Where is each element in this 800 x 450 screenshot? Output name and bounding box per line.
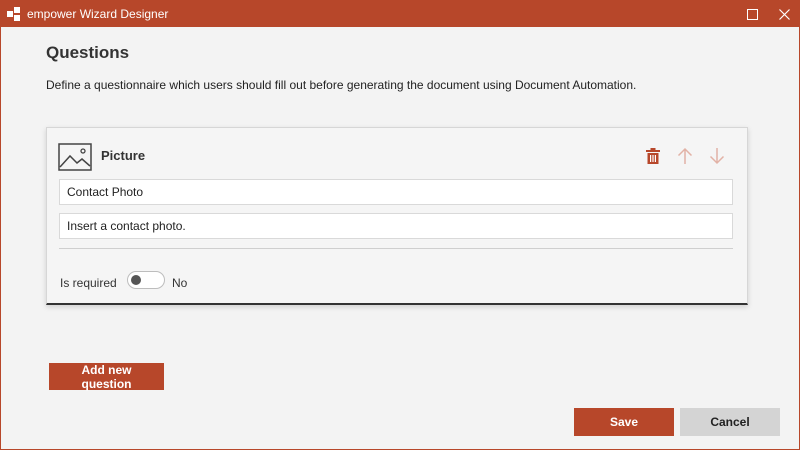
page-title: Questions bbox=[46, 43, 130, 62]
move-down-button[interactable] bbox=[707, 146, 727, 166]
cancel-button[interactable]: Cancel bbox=[680, 408, 780, 436]
toggle-knob bbox=[131, 275, 141, 285]
question-card: Picture Is required bbox=[46, 127, 748, 305]
maximize-icon bbox=[746, 8, 758, 20]
empower-logo-icon bbox=[7, 7, 20, 21]
is-required-label: Is required bbox=[60, 276, 117, 290]
question-type-label: Picture bbox=[101, 148, 146, 163]
picture-icon bbox=[58, 143, 92, 171]
is-required-state: No bbox=[172, 276, 188, 290]
close-button[interactable] bbox=[769, 1, 799, 27]
trash-icon bbox=[646, 148, 660, 164]
wizard-designer-window: empower Wizard Designer Questions Define… bbox=[0, 0, 800, 450]
question-description-input[interactable] bbox=[59, 213, 733, 239]
is-required-toggle[interactable] bbox=[127, 271, 165, 289]
close-icon bbox=[778, 8, 790, 20]
delete-question-button[interactable] bbox=[643, 146, 663, 166]
save-button[interactable]: Save bbox=[574, 408, 674, 436]
page-description: Define a questionnaire which users shoul… bbox=[46, 78, 637, 92]
maximize-button[interactable] bbox=[737, 1, 767, 27]
window-title: empower Wizard Designer bbox=[27, 7, 169, 21]
card-divider bbox=[59, 248, 733, 249]
title-bar: empower Wizard Designer bbox=[1, 1, 799, 27]
arrow-down-icon bbox=[709, 148, 725, 165]
move-up-button[interactable] bbox=[675, 146, 695, 166]
question-name-input[interactable] bbox=[59, 179, 733, 205]
add-new-question-button[interactable]: Add new question bbox=[49, 363, 164, 391]
arrow-up-icon bbox=[677, 147, 693, 164]
